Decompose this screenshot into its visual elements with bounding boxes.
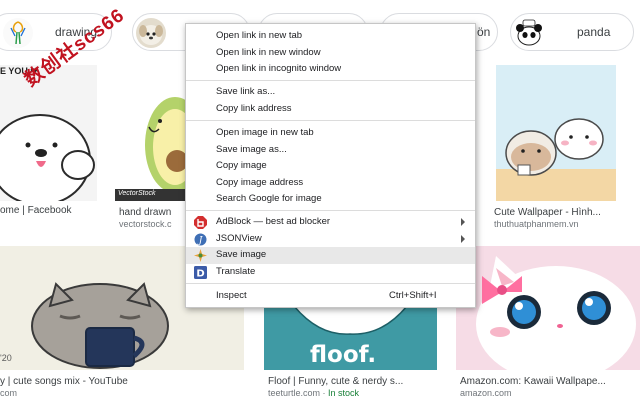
result-image-cats[interactable] xyxy=(496,65,616,201)
result-source[interactable]: teeturtle.com · In stock xyxy=(268,388,444,398)
result-caption[interactable]: Amazon.com: Kawaii Wallpape... xyxy=(460,376,640,387)
chip-thumbnail xyxy=(3,18,33,48)
result-source[interactable]: thuthuatphanmem.vn xyxy=(494,219,624,229)
result-source[interactable]: amazon.com xyxy=(460,388,640,398)
menu-item-save-image[interactable]: Save image xyxy=(186,247,475,264)
result-caption[interactable]: y | cute songs mix - YouTube xyxy=(0,376,244,387)
menu-item-save-image-as[interactable]: Save image as... xyxy=(186,142,475,159)
menu-item-jsonview[interactable]: J JSONView xyxy=(186,231,475,248)
menu-item-label: Open link in new tab xyxy=(216,30,303,41)
save-image-extension-icon xyxy=(194,249,207,262)
context-menu: Open link in new tab Open link in new wi… xyxy=(185,23,476,308)
menu-separator xyxy=(186,210,475,211)
menu-item-inspect[interactable]: Inspect Ctrl+Shift+I xyxy=(186,288,475,305)
result-source[interactable]: vectorstock.c xyxy=(119,219,185,229)
chip-thumbnail xyxy=(514,18,544,48)
menu-separator xyxy=(186,80,475,81)
menu-item-translate[interactable]: D Translate xyxy=(186,264,475,281)
menu-item-label: Open link in new window xyxy=(216,47,321,58)
result-caption[interactable]: hand drawn xyxy=(119,207,185,218)
image-text: floof. xyxy=(310,342,377,368)
menu-item-label: Translate xyxy=(216,266,256,277)
menu-item-open-image-new-tab[interactable]: Open image in new tab xyxy=(186,125,475,142)
menu-item-label: Open link in incognito window xyxy=(216,63,342,74)
result-image-kawaii-cat[interactable] xyxy=(456,246,640,370)
result-caption[interactable]: ome | Facebook xyxy=(0,205,97,216)
translate-icon: D xyxy=(194,266,207,280)
menu-item-open-link-new-tab[interactable]: Open link in new tab xyxy=(186,28,475,45)
adblock-icon xyxy=(194,216,207,229)
svg-text:D: D xyxy=(196,269,204,280)
submenu-arrow-icon xyxy=(461,218,465,226)
menu-item-copy-image[interactable]: Copy image xyxy=(186,158,475,175)
menu-item-label: Inspect xyxy=(216,290,247,301)
image-text: VectorStock xyxy=(118,190,156,197)
result-image-floof[interactable]: floof. xyxy=(264,306,437,370)
menu-item-label: Search Google for image xyxy=(216,193,322,204)
menu-item-search-google-for-image[interactable]: Search Google for image xyxy=(186,191,475,208)
menu-separator xyxy=(186,120,475,121)
image-text: '20 xyxy=(0,353,12,363)
result-caption[interactable]: Floof | Funny, cute & nerdy s... xyxy=(268,376,444,387)
menu-item-copy-link-address[interactable]: Copy link address xyxy=(186,101,475,118)
menu-item-label: Copy image address xyxy=(216,177,304,188)
menu-item-save-link-as[interactable]: Save link as... xyxy=(186,84,475,101)
chip-label: panda xyxy=(577,25,611,39)
menu-item-shortcut: Ctrl+Shift+I xyxy=(389,290,437,301)
menu-separator xyxy=(186,283,475,284)
menu-item-label: Save image as... xyxy=(216,144,287,155)
result-image-avocado[interactable]: VectorStock xyxy=(115,65,187,201)
menu-item-label: AdBlock — best ad blocker xyxy=(216,216,331,227)
submenu-arrow-icon xyxy=(461,235,465,243)
google-images-page: { "watermark": "数创社scs66", "chips": [ {"… xyxy=(0,0,640,400)
jsonview-icon: J xyxy=(194,233,207,246)
menu-item-label: Save link as... xyxy=(216,86,276,97)
chip-label: ön xyxy=(477,25,491,39)
result-source[interactable]: com xyxy=(0,388,244,398)
menu-item-label: JSONView xyxy=(216,233,262,244)
menu-item-open-link-new-window[interactable]: Open link in new window xyxy=(186,45,475,62)
menu-item-open-link-incognito[interactable]: Open link in incognito window xyxy=(186,61,475,78)
menu-item-label: Open image in new tab xyxy=(216,127,314,138)
result-caption[interactable]: Cute Wallpaper - Hình... xyxy=(494,207,624,218)
menu-item-label: Copy link address xyxy=(216,103,292,114)
menu-item-copy-image-address[interactable]: Copy image address xyxy=(186,175,475,192)
menu-item-adblock[interactable]: AdBlock — best ad blocker xyxy=(186,214,475,231)
menu-item-label: Copy image xyxy=(216,160,267,171)
chip-panda[interactable]: panda xyxy=(510,13,634,51)
menu-item-label: Save image xyxy=(216,249,267,260)
